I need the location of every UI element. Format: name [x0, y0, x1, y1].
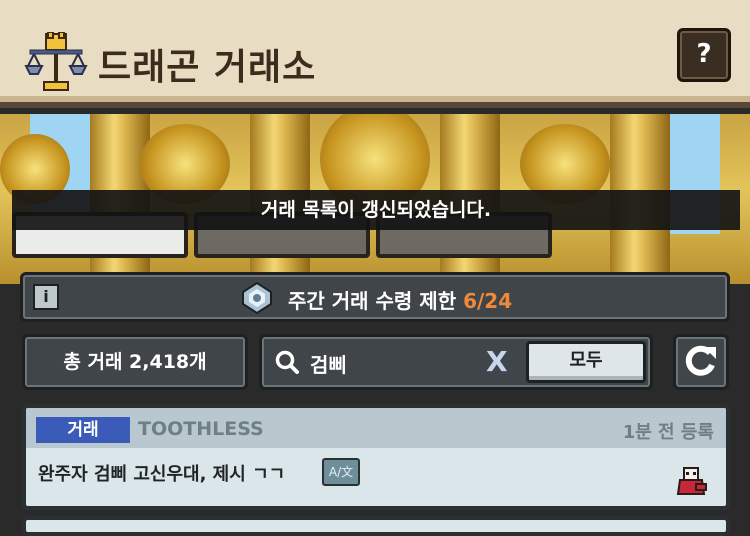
total-trades-count: 총 거래 2,418개 [22, 334, 248, 390]
posted-time: 1분 전 등록 [622, 422, 714, 443]
clear-search-button[interactable]: X [486, 345, 508, 378]
trade-listing-card[interactable]: 거래 TOOTHLESS 1분 전 등록 완주자 검삐 고신우대, 제시 ㄱㄱ … [22, 404, 730, 510]
weekly-limit-label: 주간 거래 수령 제한 [288, 289, 457, 313]
trade-limit-emblem-icon [242, 282, 272, 314]
filter-all-button[interactable]: 모두 [526, 341, 646, 383]
refresh-icon [685, 345, 716, 376]
scales-cat-icon [24, 32, 88, 91]
dragon-avatar-icon [676, 467, 707, 495]
toast-message: 거래 목록이 갱신되었습니다. [12, 190, 740, 230]
trade-tag: 거래 [36, 417, 130, 443]
translate-button[interactable]: A/文 [322, 458, 360, 486]
page-title: 드래곤 거래소 [98, 47, 317, 88]
search-input[interactable]: 검삐 [310, 349, 347, 378]
search-icon [275, 350, 299, 374]
search-bar[interactable]: 검삐 X 모두 [259, 334, 653, 390]
listing-message: 완주자 검삐 고신우대, 제시 ㄱㄱ [38, 464, 286, 485]
top-header: 드래곤 거래소 ? [0, 0, 750, 108]
trade-listing-card[interactable] [22, 516, 730, 536]
listing-header: 거래 TOOTHLESS 1분 전 등록 [26, 408, 726, 448]
seller-name: TOOTHLESS [138, 418, 264, 440]
refresh-button[interactable] [673, 334, 729, 390]
weekly-limit-value: 6/24 [463, 289, 513, 313]
weekly-limit-bar: i 주간 거래 수령 제한 6/24 [20, 272, 730, 322]
weekly-limit-text: 주간 거래 수령 제한 6/24 [288, 285, 512, 314]
info-icon[interactable]: i [33, 284, 59, 310]
help-button[interactable]: ? [677, 28, 731, 82]
